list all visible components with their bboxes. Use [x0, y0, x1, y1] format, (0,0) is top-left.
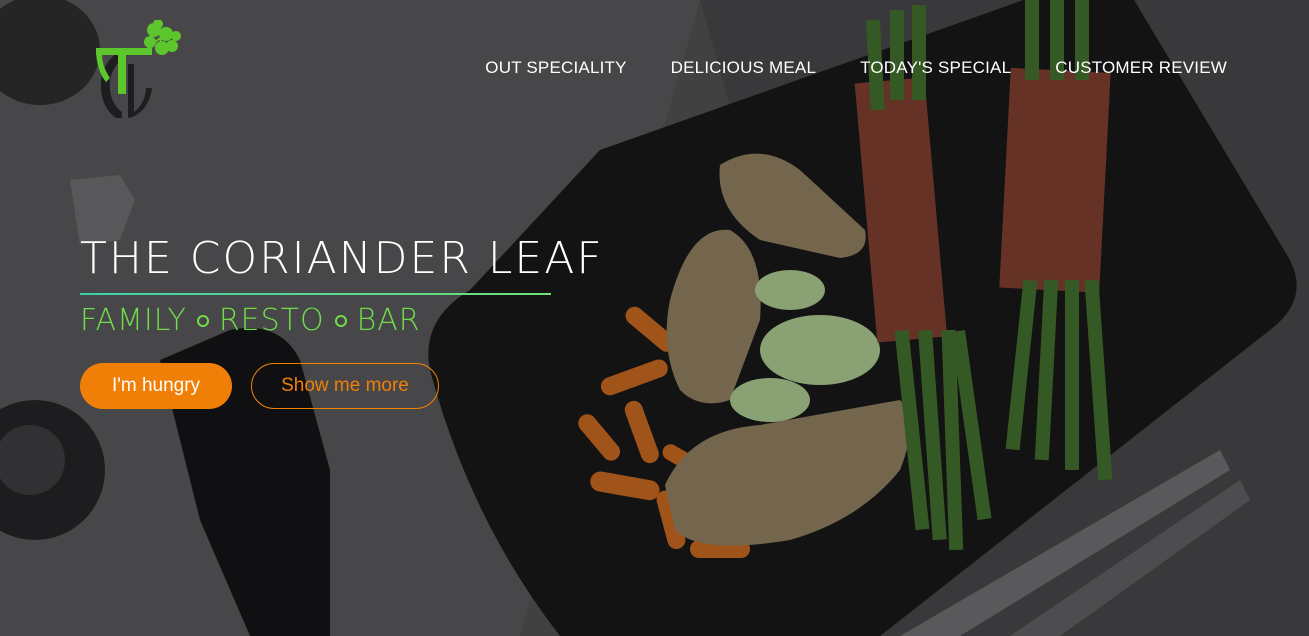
- nav-item-todays-special[interactable]: TODAY'S SPECIAL: [860, 58, 1011, 78]
- tagline-resto: RESTO: [218, 303, 325, 338]
- main-nav: OUT SPECIALITY DELICIOUS MEAL TODAY'S SP…: [485, 58, 1227, 78]
- show-me-more-button[interactable]: Show me more: [251, 363, 439, 409]
- circle-separator-icon: [334, 315, 347, 327]
- title-underline-divider: [80, 293, 551, 295]
- im-hungry-button[interactable]: I'm hungry: [80, 363, 232, 409]
- nav-item-out-speciality[interactable]: OUT SPECIALITY: [485, 58, 626, 78]
- coriander-leaf-logo[interactable]: [88, 20, 184, 124]
- hero-title: THE CORIANDER LEAF: [80, 233, 604, 284]
- hero-section: OUT SPECIALITY DELICIOUS MEAL TODAY'S SP…: [0, 0, 1309, 636]
- tagline-family: FAMILY: [80, 303, 187, 338]
- tagline-bar: BAR: [356, 303, 421, 338]
- circle-separator-icon: [196, 315, 209, 327]
- hero-tagline: FAMILY RESTO BAR: [80, 300, 421, 342]
- nav-item-customer-review[interactable]: CUSTOMER REVIEW: [1055, 58, 1227, 78]
- nav-item-delicious-meal[interactable]: DELICIOUS MEAL: [671, 58, 816, 78]
